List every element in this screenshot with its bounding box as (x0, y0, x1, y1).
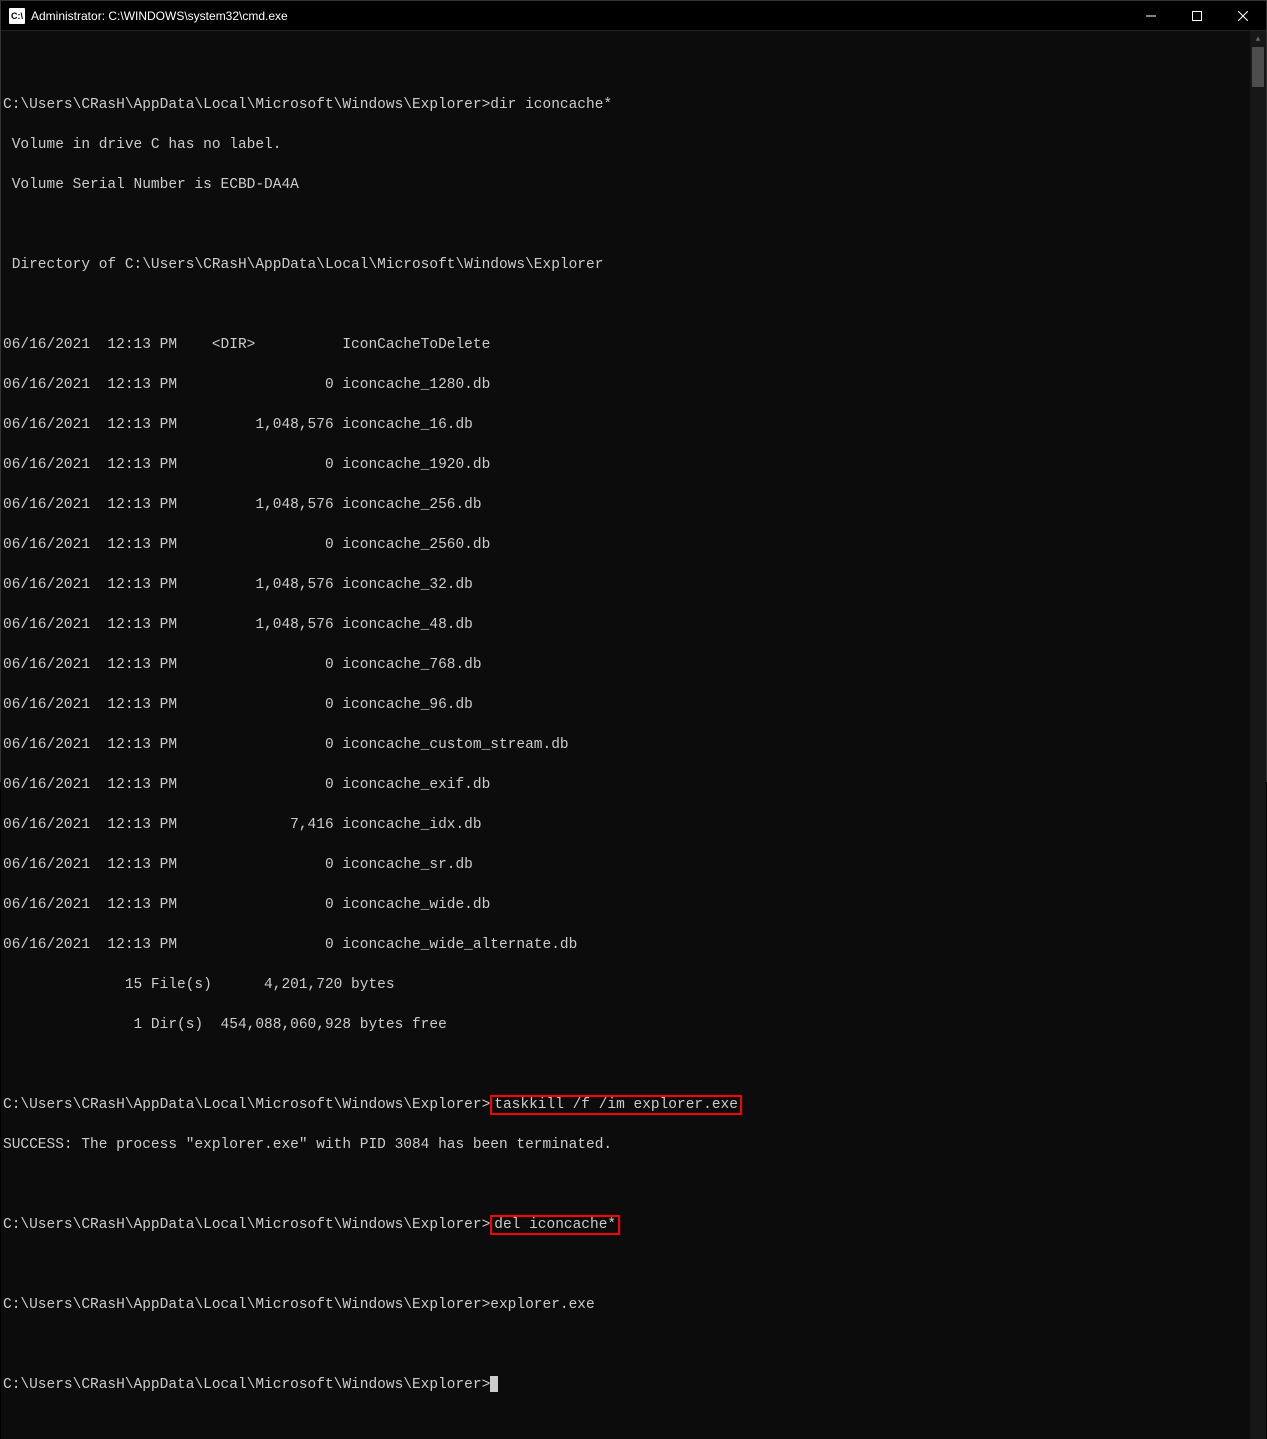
prompt: C:\Users\CRasH\AppData\Local\Microsoft\W… (3, 97, 490, 113)
terminal-area: C:\Users\CRasH\AppData\Local\Microsoft\W… (1, 31, 1266, 1439)
dir-entry: 06/16/2021 12:13 PM 0 iconcache_96.db (3, 695, 1248, 715)
cmd-icon: C:\ (9, 8, 25, 24)
dir-entry: 06/16/2021 12:13 PM 0 iconcache_wide_alt… (3, 935, 1248, 955)
dir-entry: 06/16/2021 12:13 PM 0 iconcache_custom_s… (3, 735, 1248, 755)
terminal-output[interactable]: C:\Users\CRasH\AppData\Local\Microsoft\W… (1, 31, 1250, 1439)
dir-entry: 06/16/2021 12:13 PM 0 iconcache_1280.db (3, 375, 1248, 395)
summary-files: 15 File(s) 4,201,720 bytes (3, 975, 1248, 995)
dir-entry: 06/16/2021 12:13 PM <DIR> IconCacheToDel… (3, 335, 1248, 355)
dir-entry: 06/16/2021 12:13 PM 0 iconcache_sr.db (3, 855, 1248, 875)
directory-of-line: Directory of C:\Users\CRasH\AppData\Loca… (3, 255, 1248, 275)
dir-entry: 06/16/2021 12:13 PM 1,048,576 iconcache_… (3, 615, 1248, 635)
titlebar[interactable]: C:\ Administrator: C:\WINDOWS\system32\c… (1, 1, 1266, 31)
prompt: C:\Users\CRasH\AppData\Local\Microsoft\W… (3, 1377, 490, 1393)
window-controls (1128, 1, 1266, 31)
command-del: del iconcache* (490, 1215, 620, 1235)
command-explorer: explorer.exe (490, 1297, 594, 1313)
scroll-thumb[interactable] (1252, 47, 1264, 87)
prompt: C:\Users\CRasH\AppData\Local\Microsoft\W… (3, 1097, 490, 1113)
command-dir: dir iconcache* (490, 97, 612, 113)
dir-entry: 06/16/2021 12:13 PM 0 iconcache_1920.db (3, 455, 1248, 475)
volume-line: Volume in drive C has no label. (3, 135, 1248, 155)
prompt: C:\Users\CRasH\AppData\Local\Microsoft\W… (3, 1297, 490, 1313)
close-button[interactable] (1220, 1, 1266, 31)
command-taskkill: taskkill /f /im explorer.exe (490, 1095, 742, 1115)
maximize-button[interactable] (1174, 1, 1220, 31)
dir-entry: 06/16/2021 12:13 PM 1,048,576 iconcache_… (3, 415, 1248, 435)
window-title: Administrator: C:\WINDOWS\system32\cmd.e… (31, 9, 1128, 23)
serial-line: Volume Serial Number is ECBD-DA4A (3, 175, 1248, 195)
dir-entry: 06/16/2021 12:13 PM 0 iconcache_exif.db (3, 775, 1248, 795)
dir-entry: 06/16/2021 12:13 PM 1,048,576 iconcache_… (3, 495, 1248, 515)
taskkill-result: SUCCESS: The process "explorer.exe" with… (3, 1135, 1248, 1155)
dir-entry: 06/16/2021 12:13 PM 7,416 iconcache_idx.… (3, 815, 1248, 835)
dir-entry: 06/16/2021 12:13 PM 0 iconcache_2560.db (3, 535, 1248, 555)
prompt: C:\Users\CRasH\AppData\Local\Microsoft\W… (3, 1217, 490, 1233)
dir-entry: 06/16/2021 12:13 PM 0 iconcache_wide.db (3, 895, 1248, 915)
scrollbar[interactable]: ▲ (1250, 31, 1266, 1439)
minimize-button[interactable] (1128, 1, 1174, 31)
summary-dirs: 1 Dir(s) 454,088,060,928 bytes free (3, 1015, 1248, 1035)
cursor[interactable] (490, 1376, 498, 1392)
dir-entry: 06/16/2021 12:13 PM 0 iconcache_768.db (3, 655, 1248, 675)
cmd-window: C:\ Administrator: C:\WINDOWS\system32\c… (0, 0, 1267, 782)
dir-entry: 06/16/2021 12:13 PM 1,048,576 iconcache_… (3, 575, 1248, 595)
scroll-up-icon[interactable]: ▲ (1250, 31, 1266, 47)
